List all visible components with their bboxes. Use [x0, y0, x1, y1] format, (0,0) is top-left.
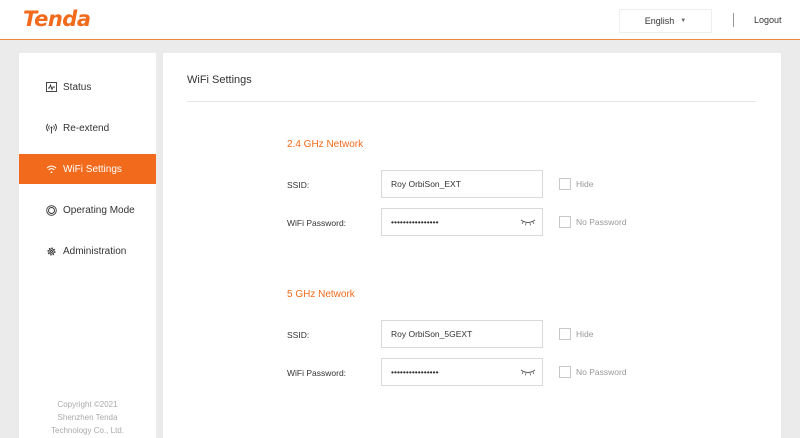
password-input-5g[interactable]: •••••••••••••••• [381, 358, 543, 386]
eye-closed-icon[interactable] [520, 218, 536, 228]
ssid-input-5g[interactable]: Roy OrbiSon_5GEXT [381, 320, 543, 348]
wifi-icon [45, 163, 57, 175]
sidebar: Status Re-extend WiFi Settings Operating… [19, 53, 156, 438]
sidebar-item-label: Re-extend [63, 122, 110, 134]
hide-checkbox-2g[interactable]: Hide [559, 178, 593, 190]
language-label: English [644, 16, 675, 26]
checkbox-label: Hide [576, 179, 594, 189]
main-panel: WiFi Settings 2.4 GHz Network SSID: Roy … [163, 53, 781, 438]
tenda-logo: Tenda [23, 7, 91, 31]
sidebar-item-operating-mode[interactable]: Operating Mode [19, 195, 156, 225]
section-title-2g: 2.4 GHz Network [287, 139, 364, 150]
copyright: Copyright ©2021 Shenzhen Tenda Technolog… [19, 398, 156, 437]
sidebar-item-status[interactable]: Status [19, 72, 156, 102]
sidebar-item-label: WiFi Settings [63, 163, 122, 175]
copyright-line: Copyright ©2021 [57, 400, 118, 409]
password-input-2g[interactable]: •••••••••••••••• [381, 208, 543, 236]
language-selector[interactable]: English ▼ [619, 9, 712, 33]
sidebar-item-label: Operating Mode [63, 204, 135, 216]
page-title: WiFi Settings [187, 74, 252, 86]
sidebar-item-label: Status [63, 81, 92, 93]
sidebar-item-administration[interactable]: Administration [19, 236, 156, 266]
copyright-line: Technology Co., Ltd. [51, 426, 124, 435]
checkbox-label: Hide [576, 329, 594, 339]
ssid-value: Roy OrbiSon_5GEXT [391, 329, 473, 339]
checkbox-box [559, 216, 571, 228]
eye-closed-icon[interactable] [520, 368, 536, 378]
checkbox-box [559, 328, 571, 340]
title-divider [187, 101, 756, 102]
re-extend-icon [45, 122, 57, 134]
password-label: WiFi Password: [287, 368, 347, 378]
password-value: •••••••••••••••• [391, 217, 439, 227]
checkbox-box [559, 178, 571, 190]
sidebar-item-label: Administration [63, 245, 127, 257]
top-bar: Tenda English ▼ Logout [0, 0, 800, 40]
checkbox-label: No Password [576, 217, 627, 227]
ssid-input-2g[interactable]: Roy OrbiSon_EXT [381, 170, 543, 198]
ssid-label: SSID: [287, 330, 310, 340]
no-password-checkbox-2g[interactable]: No Password [559, 216, 627, 228]
sidebar-item-wifi-settings[interactable]: WiFi Settings [19, 154, 156, 184]
ssid-label: SSID: [287, 180, 310, 190]
header-divider [733, 13, 734, 27]
ssid-value: Roy OrbiSon_EXT [391, 179, 461, 189]
password-value: •••••••••••••••• [391, 367, 439, 377]
checkbox-box [559, 366, 571, 378]
gear-icon [45, 245, 57, 257]
section-title-5g: 5 GHz Network [287, 289, 355, 300]
copyright-line: Shenzhen Tenda [57, 413, 118, 422]
operating-mode-icon [45, 204, 57, 216]
no-password-checkbox-5g[interactable]: No Password [559, 366, 627, 378]
hide-checkbox-5g[interactable]: Hide [559, 328, 593, 340]
caret-down-icon: ▼ [680, 18, 687, 24]
logout-link[interactable]: Logout [754, 15, 782, 25]
checkbox-label: No Password [576, 367, 627, 377]
status-icon [45, 81, 57, 93]
sidebar-item-re-extend[interactable]: Re-extend [19, 113, 156, 143]
password-label: WiFi Password: [287, 218, 347, 228]
